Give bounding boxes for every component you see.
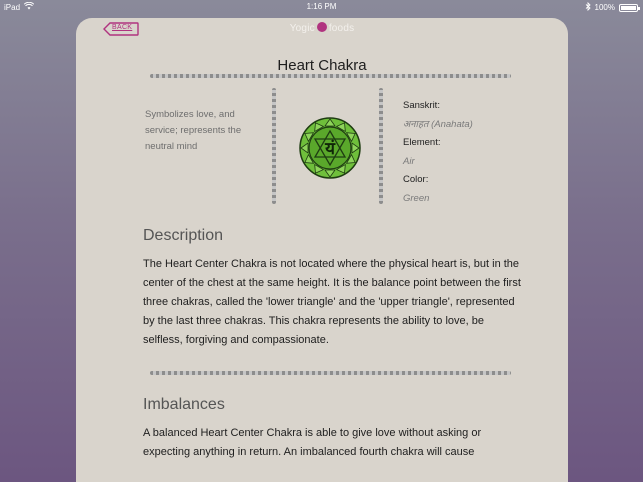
status-time: 1:16 PM (306, 2, 337, 11)
content-card: BACK Yogic foods Heart Chakra Symbolizes … (76, 18, 568, 482)
battery-percent: 100% (594, 3, 615, 12)
lotus-icon (316, 22, 327, 32)
left-divider (272, 88, 276, 204)
imbalances-text: A balanced Heart Center Chakra is able t… (143, 427, 482, 458)
app-title-left: Yog (289, 23, 308, 34)
app-title: Yogic foods (76, 22, 568, 34)
battery-icon (619, 3, 640, 12)
nav-bar: BACK Yogic foods (76, 18, 568, 42)
element-value: Air (403, 155, 415, 167)
description-heading: Description (143, 227, 224, 244)
status-right: 100% (585, 1, 640, 13)
symbol-glyph: यं (324, 139, 336, 159)
description-text: The Heart Center Chakra is not located w… (143, 258, 521, 346)
bluetooth-icon (585, 1, 591, 13)
color-value: Green (403, 192, 430, 204)
chakra-attributes: Sanskrit: अनाहत (Anahata) Element: Air C… (403, 97, 523, 208)
sanskrit-label: Sanskrit: (403, 100, 440, 111)
status-bar: iPad 1:16 PM 100% (0, 0, 643, 13)
right-divider (379, 88, 383, 204)
section-divider (150, 371, 511, 375)
app-title-mid: ic (307, 23, 315, 34)
element-label: Element: (403, 137, 441, 148)
sanskrit-value: अनाहत (Anahata) (403, 118, 473, 130)
color-label: Color: (403, 174, 429, 185)
imbalances-heading: Imbalances (143, 396, 225, 413)
heart-chakra-symbol: यं (298, 116, 362, 180)
page-title: Heart Chakra (277, 57, 367, 74)
title-divider (150, 74, 511, 78)
chakra-summary: Symbolizes love, and service; represents… (145, 109, 242, 152)
app-title-right: foods (328, 23, 355, 34)
